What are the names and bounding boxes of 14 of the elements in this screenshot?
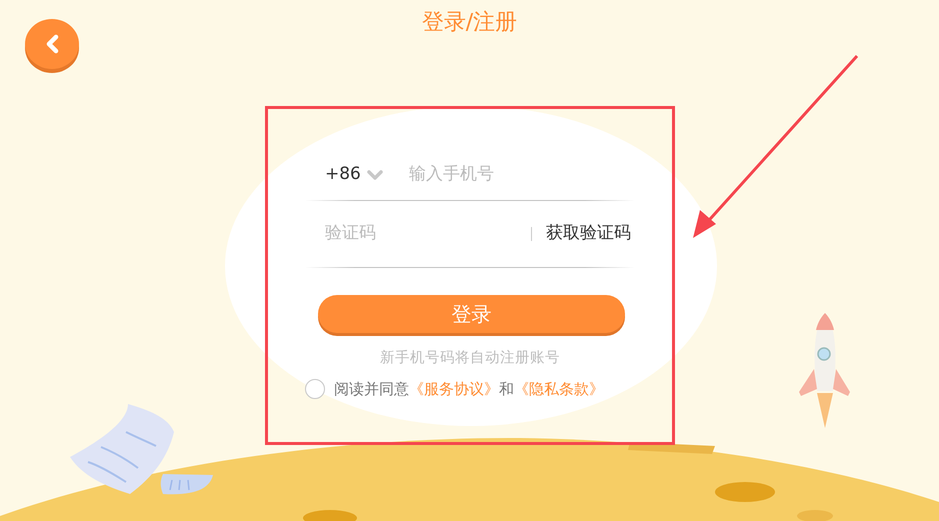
agreement-link[interactable]: 《服务协议》 — [409, 380, 499, 398]
chevron-left-icon — [45, 34, 59, 54]
code-input[interactable]: 验证码 — [325, 221, 532, 247]
get-code-button[interactable]: 获取验证码 — [546, 221, 631, 247]
login-button[interactable]: 登录 — [318, 295, 625, 333]
agreement-link[interactable]: 《隐私条款》 — [514, 380, 604, 398]
country-code-button[interactable]: +86 — [325, 162, 383, 188]
agreement-radio[interactable] — [305, 379, 325, 400]
agreement-text: 阅读并同意《服务协议》和《隐私条款》 — [334, 379, 604, 400]
hint-text: 新手机号码将自动注册账号 — [379, 348, 561, 368]
phone-input[interactable]: 输入手机号 — [408, 162, 635, 188]
page-title: 登录/注册 — [422, 9, 518, 37]
back-button[interactable] — [25, 19, 79, 69]
caret-icon — [366, 170, 383, 180]
